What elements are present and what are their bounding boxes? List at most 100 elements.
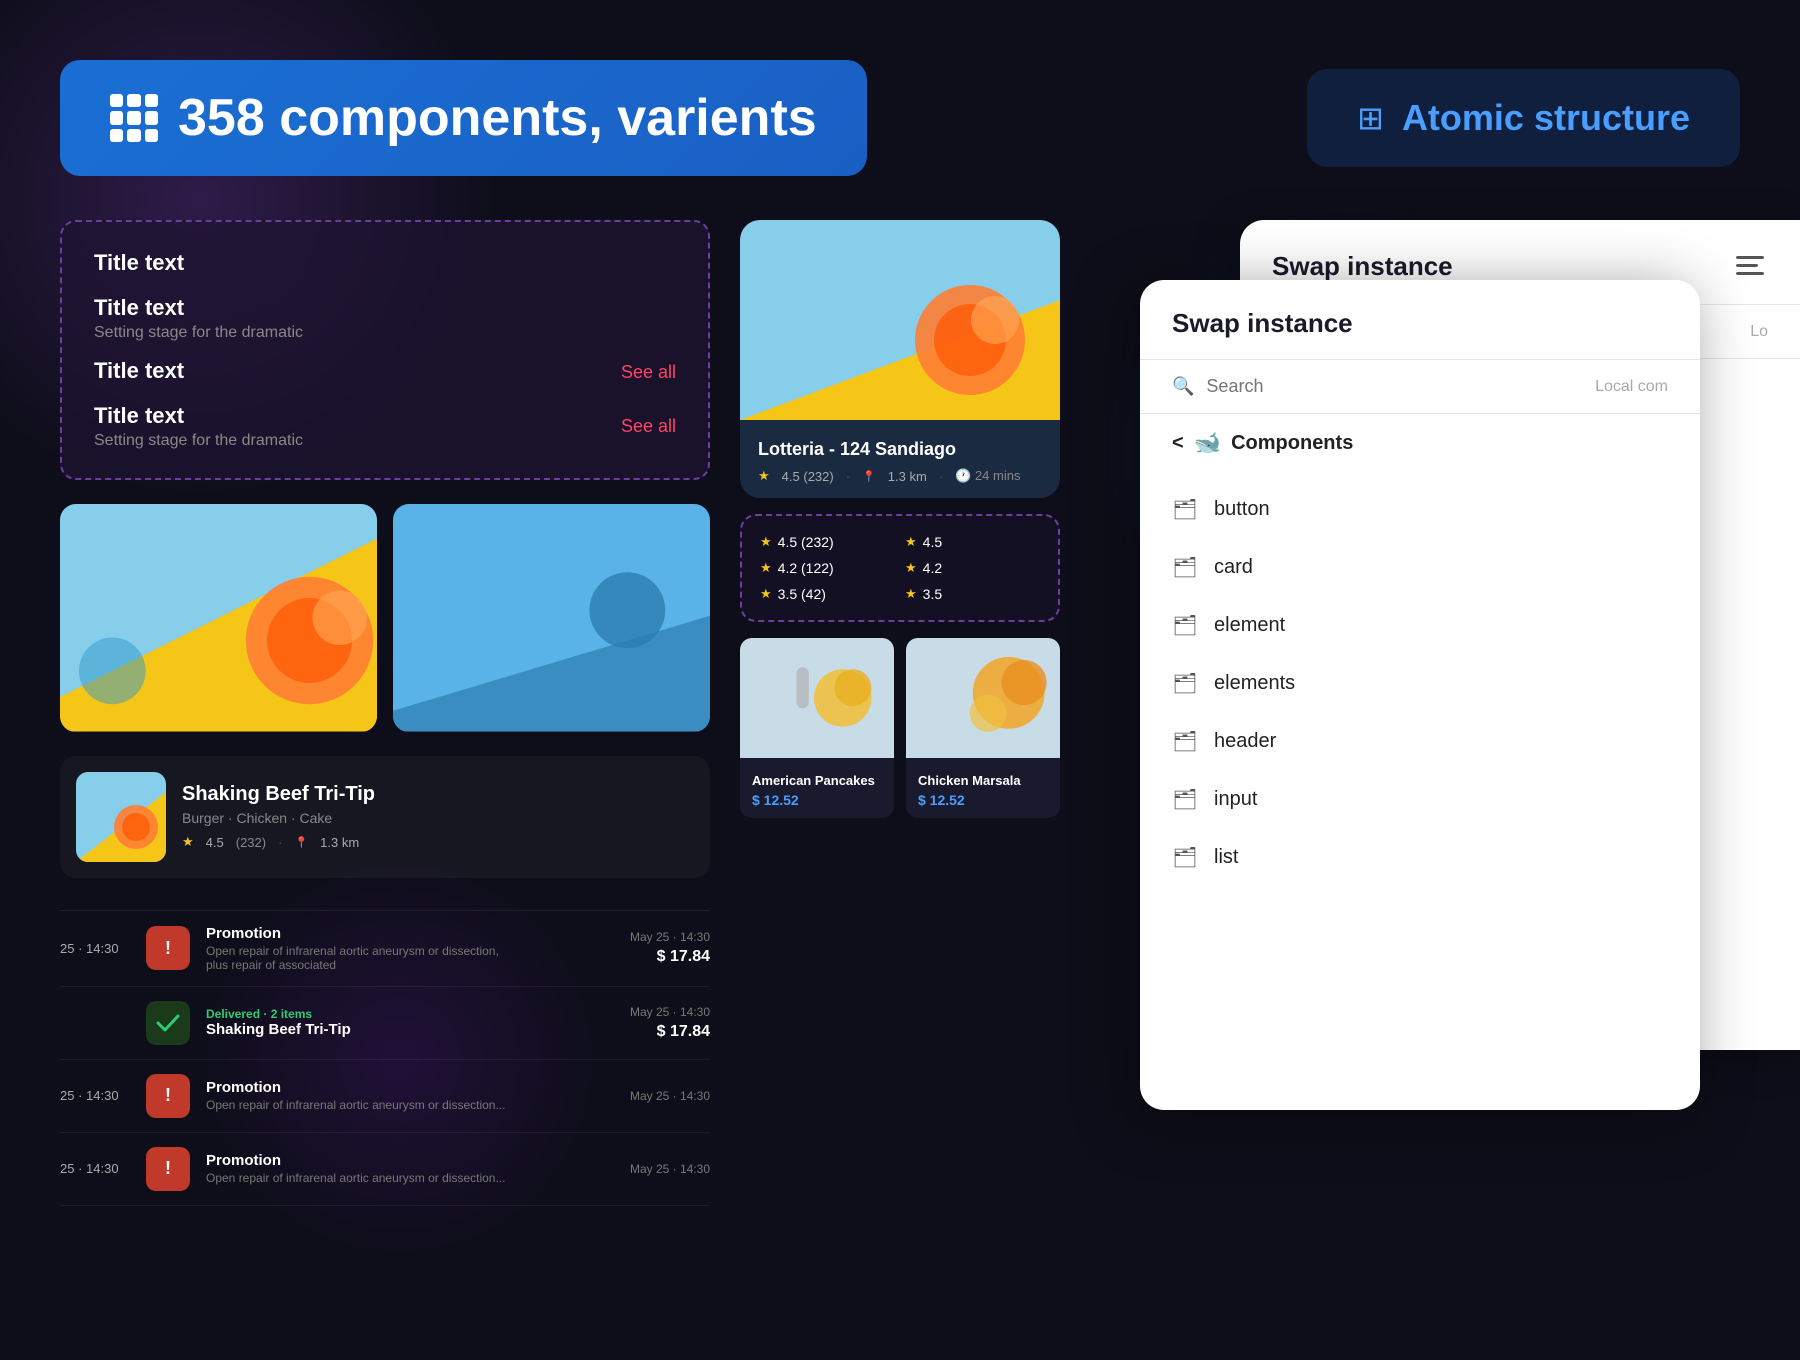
swap-item-button[interactable]: 🗂 button: [1140, 480, 1700, 538]
row-date-pre-4: 25 · 14:30: [60, 1161, 130, 1176]
food-card-parallel[interactable]: Parallel 37 - Mankato ★ 3.5 (42) · 📍 1.3…: [393, 504, 710, 732]
small-food-price-1: $ 12.52: [752, 792, 882, 808]
search-input-front[interactable]: [1206, 376, 1583, 397]
swap-panel-front: Swap instance 🔍 Local com < 🐋 Components…: [1140, 280, 1700, 1110]
dish-distance: 1.3 km: [320, 835, 359, 850]
rating-item-4: ★ 4.2: [905, 560, 1040, 576]
list-row-1[interactable]: 25 · 14:30 ! Promotion Open repair of in…: [60, 911, 710, 987]
row-desc-4: Open repair of infrarenal aortic aneurys…: [206, 1171, 506, 1185]
swap-list-front: 🗂 button 🗂 card 🗂 element 🗂 elements 🗂 h…: [1140, 472, 1700, 894]
swap-nav-label-front: Components: [1231, 432, 1353, 455]
rating-grid: ★ 4.5 (232) ★ 4.5 ★ 4.2 (122) ★ 4.2 ★: [760, 534, 1040, 602]
list-item: Title text See all: [94, 358, 676, 387]
small-food-pair: American Pancakes $ 12.52 Chicken Marsal…: [740, 638, 1060, 818]
dish-review-count: (232): [236, 835, 266, 850]
star-icon-r6: ★: [905, 586, 917, 602]
rating-val-1: 4.5 (232): [778, 534, 834, 550]
swap-item-element[interactable]: 🗂 element: [1140, 596, 1700, 654]
folder-icon-button: 🗂: [1172, 496, 1198, 522]
featured-title: Lotteria - 124 Sandiago: [758, 439, 1042, 460]
swap-item-label-button: button: [1214, 498, 1270, 521]
row-date-1: May 25 · 14:30: [630, 930, 710, 944]
swap-search-bar-front: 🔍 Local com: [1140, 360, 1700, 414]
small-food-price-2: $ 12.52: [918, 792, 1048, 808]
swap-item-label-list: list: [1214, 846, 1238, 869]
atomic-structure-badge[interactable]: ⊞ Atomic structure: [1307, 69, 1740, 167]
dish-card[interactable]: Shaking Beef Tri-Tip Burger · Chicken · …: [60, 756, 710, 878]
row-icon-3: !: [146, 1074, 190, 1118]
row-icon-1: !: [146, 926, 190, 970]
list-row-2[interactable]: Delivered · 2 items Shaking Beef Tri-Tip…: [60, 987, 710, 1060]
swap-item-label-element: element: [1214, 614, 1285, 637]
list-item: Title text Setting stage for the dramati…: [94, 403, 676, 450]
list-item-title-1: Title text: [94, 250, 676, 276]
swap-back-btn-front[interactable]: < 🐋 Components: [1140, 414, 1700, 472]
swap-item-label-card: card: [1214, 556, 1253, 579]
small-food-name-2: Chicken Marsala: [918, 773, 1048, 788]
see-all-link-3[interactable]: See all: [621, 362, 676, 383]
see-all-link-4[interactable]: See all: [621, 416, 676, 437]
dish-rating: 4.5: [206, 835, 224, 850]
folder-icon-input: 🗂: [1172, 786, 1198, 812]
small-food-card-marsala[interactable]: Chicken Marsala $ 12.52: [906, 638, 1060, 818]
swap-title-front: Swap instance: [1172, 308, 1353, 339]
swap-item-label-elements: elements: [1214, 672, 1295, 695]
rating-val-4: 4.2: [923, 560, 942, 576]
list-row-4[interactable]: 25 · 14:30 ! Promotion Open repair of in…: [60, 1133, 710, 1206]
row-desc-1: Open repair of infrarenal aortic aneurys…: [206, 944, 506, 972]
atomic-icon: ⊞: [1357, 99, 1384, 137]
badge-main-label: 358 components, varients: [178, 88, 817, 148]
swap-item-label-input: input: [1214, 788, 1257, 811]
list-row-3[interactable]: 25 · 14:30 ! Promotion Open repair of in…: [60, 1060, 710, 1133]
star-icon-r4: ★: [905, 560, 917, 576]
row-title-4: Promotion: [206, 1152, 614, 1169]
header-area: 358 components, varients ⊞ Atomic struct…: [60, 60, 1740, 176]
rating-grid-card: ★ 4.5 (232) ★ 4.5 ★ 4.2 (122) ★ 4.2 ★: [740, 514, 1060, 622]
rating-item-6: ★ 3.5: [905, 586, 1040, 602]
list-item-subtitle-4: Setting stage for the dramatic: [94, 432, 609, 450]
swap-item-elements[interactable]: 🗂 elements: [1140, 654, 1700, 712]
row-price-2: $ 17.84: [630, 1023, 710, 1041]
food-card-lotteria[interactable]: Lotteria - Sandiago ★ 4.5 (232) · 📍 1.3 …: [60, 504, 377, 732]
rating-val-2: 4.5: [923, 534, 942, 550]
dish-sub: Burger · Chicken · Cake: [182, 810, 375, 826]
star-icon-r5: ★: [760, 586, 772, 602]
row-title-3: Promotion: [206, 1079, 614, 1096]
row-desc-3: Open repair of infrarenal aortic aneurys…: [206, 1098, 506, 1112]
swap-menu-icon[interactable]: [1732, 248, 1768, 284]
bottom-list: 25 · 14:30 ! Promotion Open repair of in…: [60, 910, 710, 1206]
row-date-3: May 25 · 14:30: [630, 1089, 710, 1103]
swap-item-card[interactable]: 🗂 card: [1140, 538, 1700, 596]
list-item-title-4: Title text: [94, 403, 609, 429]
swap-item-input[interactable]: 🗂 input: [1140, 770, 1700, 828]
left-column: Title text Title text Setting stage for …: [60, 220, 710, 1360]
rating-item-2: ★ 4.5: [905, 534, 1040, 550]
row-title-1: Promotion: [206, 925, 614, 942]
folder-icon-elements: 🗂: [1172, 670, 1198, 696]
swap-item-header[interactable]: 🗂 header: [1140, 712, 1700, 770]
back-arrow-icon-front: <: [1172, 432, 1184, 455]
row-date-2: May 25 · 14:30: [630, 1005, 710, 1019]
folder-icon-header: 🗂: [1172, 728, 1198, 754]
featured-distance: 1.3 km: [888, 469, 927, 484]
folder-icon-list: 🗂: [1172, 844, 1198, 870]
list-card: Title text Title text Setting stage for …: [60, 220, 710, 480]
small-food-card-pancakes[interactable]: American Pancakes $ 12.52: [740, 638, 894, 818]
featured-food-card[interactable]: Lotteria - 124 Sandiago ★ 4.5 (232) · 📍 …: [740, 220, 1060, 498]
delivered-badge: Delivered · 2 items: [206, 1007, 614, 1021]
components-emoji: 🐋: [1194, 430, 1221, 456]
rating-val-3: 4.2 (122): [778, 560, 834, 576]
folder-icon-element: 🗂: [1172, 612, 1198, 638]
star-icon-dish: ★: [182, 834, 194, 850]
search-icon-front: 🔍: [1172, 376, 1194, 397]
search-label-front: Local com: [1595, 378, 1668, 396]
list-item-subtitle-2: Setting stage for the dramatic: [94, 324, 676, 342]
swap-title-back: Swap instance: [1272, 251, 1453, 282]
swap-item-list[interactable]: 🗂 list: [1140, 828, 1700, 886]
folder-icon-card: 🗂: [1172, 554, 1198, 580]
swap-header-front: Swap instance: [1140, 280, 1700, 360]
rating-item-5: ★ 3.5 (42): [760, 586, 895, 602]
list-item-title-2: Title text: [94, 295, 676, 321]
dish-name: Shaking Beef Tri-Tip: [182, 783, 375, 806]
rating-item-3: ★ 4.2 (122): [760, 560, 895, 576]
